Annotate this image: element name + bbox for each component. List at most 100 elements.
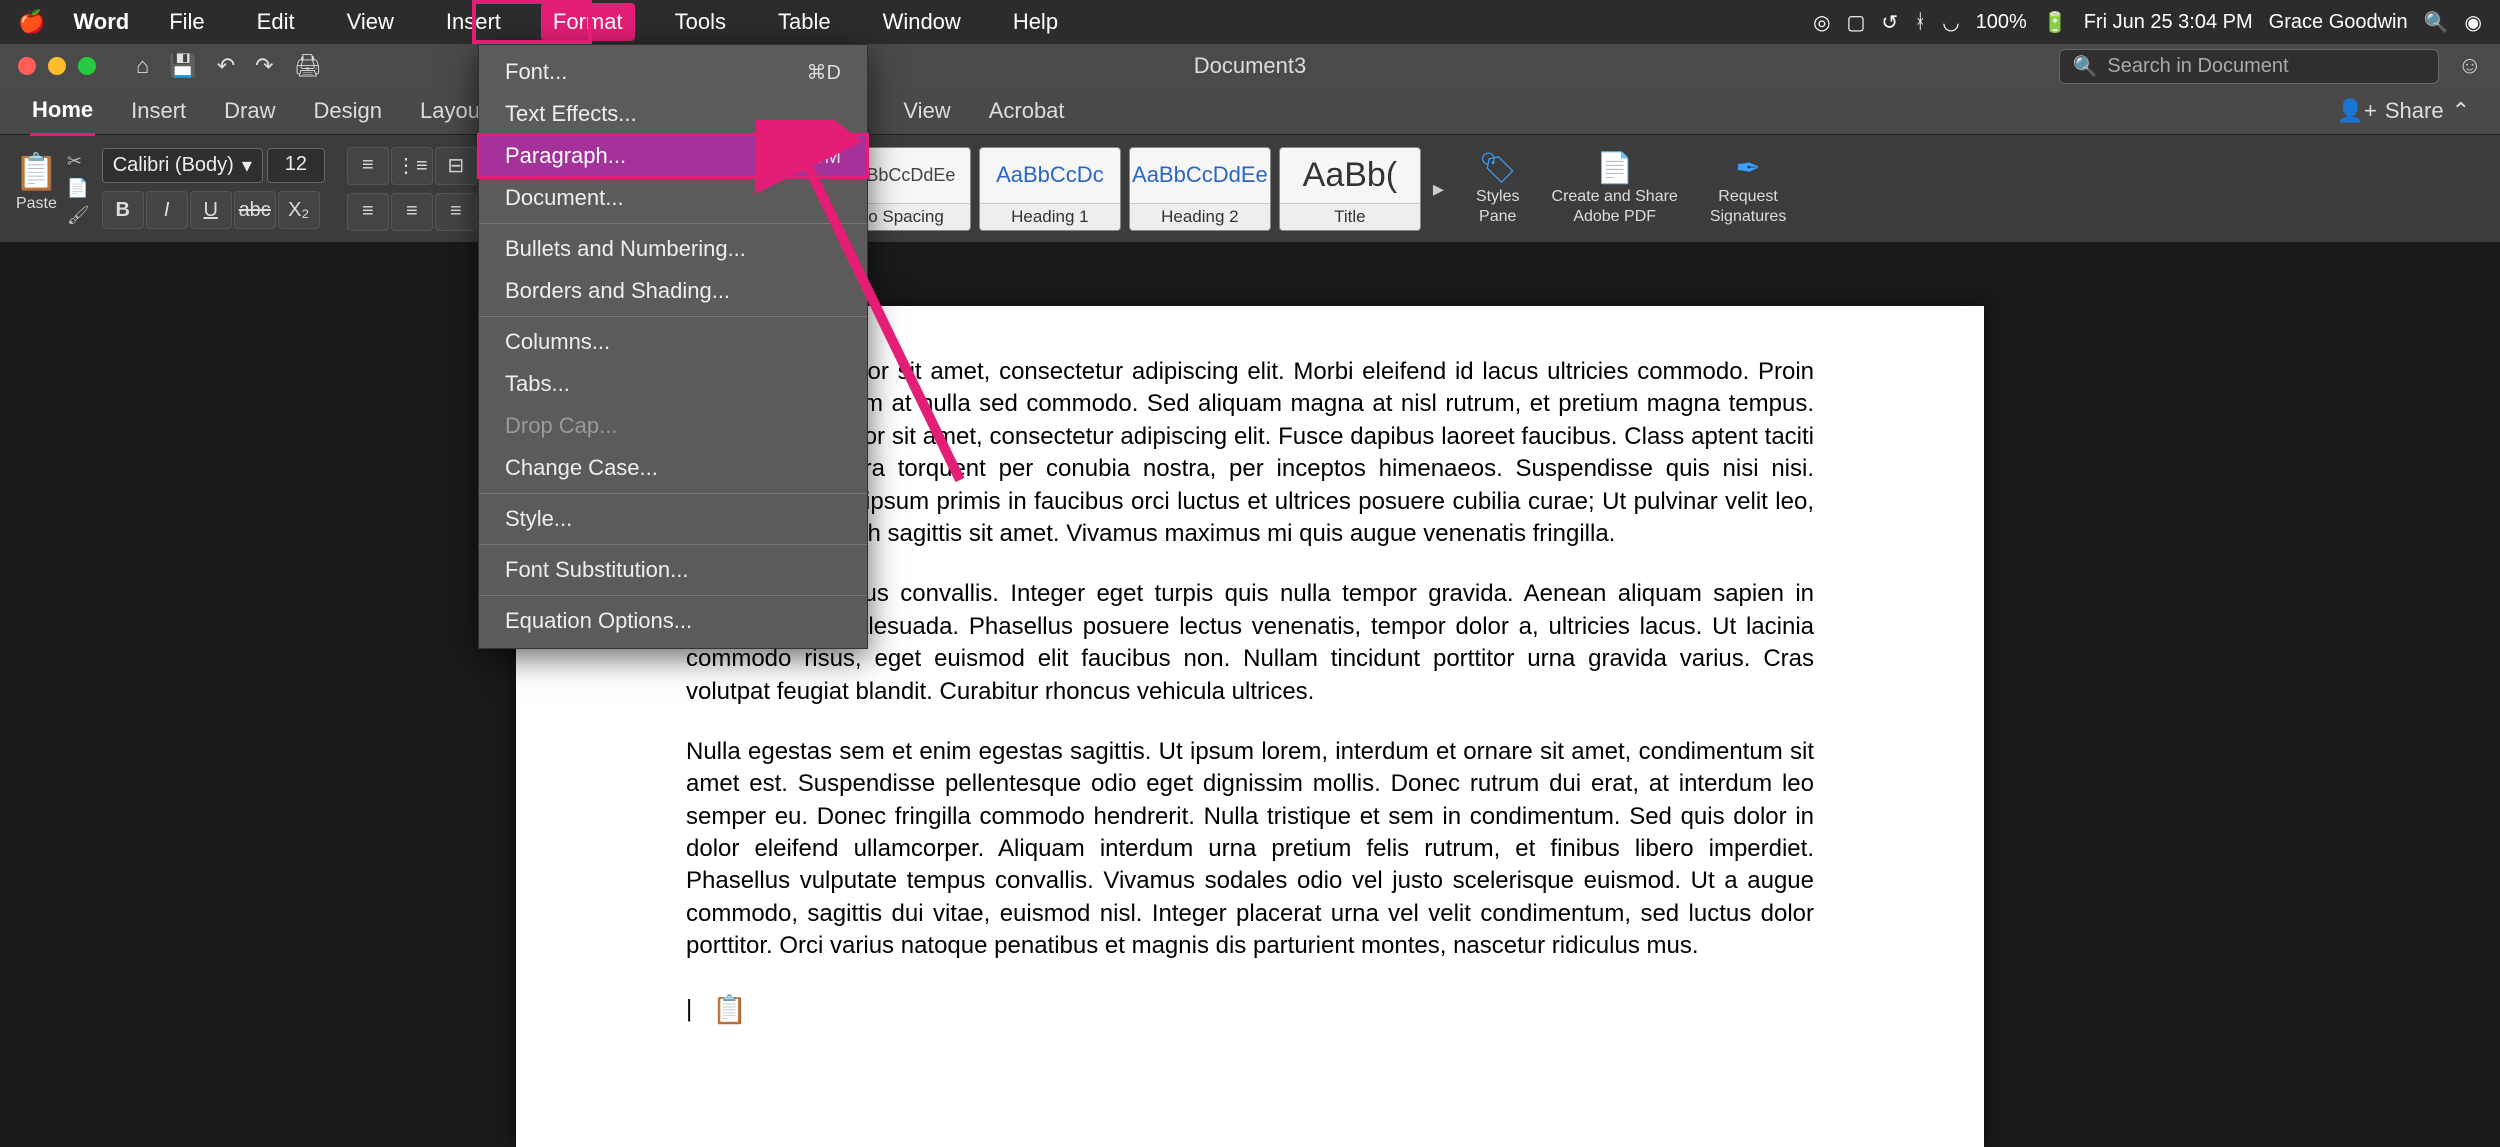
tab-view[interactable]: View bbox=[901, 88, 952, 134]
menu-item-font[interactable]: Font... ⌘D bbox=[479, 51, 867, 93]
menu-separator bbox=[479, 595, 867, 596]
numbering-button[interactable]: ⋮≡ bbox=[391, 147, 433, 185]
font-size-value: 12 bbox=[285, 153, 307, 175]
paragraph-3[interactable]: Nulla egestas sem et enim egestas sagitt… bbox=[686, 736, 1814, 963]
bold-button[interactable]: B bbox=[102, 191, 144, 229]
cursor-line[interactable]: | 📋 bbox=[686, 991, 1814, 1029]
align-left-button[interactable]: ≡ bbox=[347, 193, 389, 231]
menu-item-label: Document... bbox=[505, 185, 624, 211]
clock-icon[interactable]: ↺ bbox=[1881, 10, 1898, 35]
align-center-button[interactable]: ≡ bbox=[391, 193, 433, 231]
multilevel-list-button[interactable]: ⊟ bbox=[435, 147, 477, 185]
menu-item-document[interactable]: Document... bbox=[479, 177, 867, 219]
menu-item-text-effects[interactable]: Text Effects... bbox=[479, 93, 867, 135]
menu-item-change-case[interactable]: Change Case... bbox=[479, 447, 867, 489]
styles-pane-button[interactable]: 🏷 Styles Pane bbox=[1476, 151, 1520, 226]
paste-button[interactable]: 📋 Paste bbox=[14, 151, 59, 226]
tab-acrobat[interactable]: Acrobat bbox=[987, 88, 1067, 134]
tab-design[interactable]: Design bbox=[312, 88, 384, 134]
search-in-document[interactable]: 🔍 Search in Document bbox=[2059, 49, 2439, 84]
styles-pane-icon: 🏷 bbox=[1479, 151, 1517, 186]
menu-format[interactable]: Format bbox=[541, 3, 635, 41]
tab-home[interactable]: Home bbox=[30, 87, 95, 136]
style-preview: AaBbCcDdEe bbox=[1130, 148, 1270, 203]
bullets-button[interactable]: ≡ bbox=[347, 147, 389, 185]
feedback-icon[interactable]: ☺ bbox=[2457, 52, 2482, 80]
paste-options-icon[interactable]: 📋 bbox=[712, 991, 747, 1029]
font-name-select[interactable]: Calibri (Body) ▾ bbox=[102, 148, 263, 183]
menu-item-label: Font... bbox=[505, 59, 567, 85]
siri-icon[interactable]: ◉ bbox=[2465, 10, 2482, 35]
menu-item-shortcut: ⌘D bbox=[807, 60, 841, 85]
font-size-select[interactable]: 12 bbox=[267, 148, 325, 183]
menu-table[interactable]: Table bbox=[766, 3, 843, 41]
menu-tools[interactable]: Tools bbox=[663, 3, 738, 41]
sig-l1: Request bbox=[1718, 188, 1778, 206]
apple-icon[interactable]: 🍎 bbox=[18, 9, 45, 35]
menu-insert[interactable]: Insert bbox=[434, 3, 513, 41]
save-icon[interactable]: 💾 bbox=[169, 53, 196, 79]
menu-item-paragraph[interactable]: Paragraph...⌥⌘M bbox=[479, 135, 867, 177]
spotlight-icon[interactable]: 🔍 bbox=[2424, 10, 2449, 35]
menu-item-equation-options[interactable]: Equation Options... bbox=[479, 600, 867, 642]
cloud-icon[interactable]: ◎ bbox=[1813, 10, 1830, 35]
align-right-button[interactable]: ≡ bbox=[435, 193, 477, 231]
wifi-icon[interactable]: ◡ bbox=[1942, 10, 1959, 35]
request-signatures-button[interactable]: ✒ Request Signatures bbox=[1710, 151, 1787, 226]
styles-more-icon[interactable]: ▸ bbox=[1433, 176, 1444, 202]
create-pdf-button[interactable]: 📄 Create and Share Adobe PDF bbox=[1552, 151, 1678, 226]
menu-item-label: Tabs... bbox=[505, 371, 570, 397]
pdf-icon: 📄 bbox=[1596, 151, 1633, 186]
tab-insert[interactable]: Insert bbox=[129, 88, 188, 134]
airplay-icon[interactable]: ▢ bbox=[1847, 10, 1866, 35]
tab-draw[interactable]: Draw bbox=[222, 88, 277, 134]
menu-edit[interactable]: Edit bbox=[245, 3, 307, 41]
menu-item-columns[interactable]: Columns... bbox=[479, 321, 867, 363]
user-name[interactable]: Grace Goodwin bbox=[2269, 11, 2408, 34]
redo-icon[interactable]: ↷ bbox=[255, 53, 273, 79]
menu-window[interactable]: Window bbox=[871, 3, 973, 41]
italic-button[interactable]: I bbox=[146, 191, 188, 229]
sig-l2: Signatures bbox=[1710, 208, 1787, 226]
undo-icon[interactable]: ↶ bbox=[217, 53, 235, 79]
battery-icon[interactable]: 🔋 bbox=[2043, 10, 2068, 35]
document-area[interactable]: Lorem ipsum dolor sit amet, consectetur … bbox=[0, 242, 2500, 1147]
style-heading-2[interactable]: AaBbCcDdEeHeading 2 bbox=[1129, 147, 1271, 231]
underline-button[interactable]: U bbox=[190, 191, 232, 229]
style-label: Title bbox=[1280, 203, 1420, 230]
clipboard-icon: 📋 bbox=[14, 151, 59, 193]
menu-view[interactable]: View bbox=[335, 3, 406, 41]
menu-file[interactable]: File bbox=[157, 3, 216, 41]
menu-separator bbox=[479, 544, 867, 545]
copy-icon[interactable]: 📄 bbox=[67, 178, 90, 199]
close-window-button[interactable] bbox=[18, 57, 36, 75]
menu-item-borders-and-shading[interactable]: Borders and Shading... bbox=[479, 270, 867, 312]
format-painter-icon[interactable]: 🖌 bbox=[67, 205, 90, 226]
battery-percent: 100% bbox=[1976, 11, 2027, 34]
menu-item-label: Columns... bbox=[505, 329, 610, 355]
menu-item-label: Borders and Shading... bbox=[505, 278, 730, 304]
styles-pane-l1: Styles bbox=[1476, 188, 1520, 206]
menu-item-label: Bullets and Numbering... bbox=[505, 236, 746, 262]
menu-help[interactable]: Help bbox=[1001, 3, 1070, 41]
print-icon[interactable]: 🖨 bbox=[294, 53, 322, 79]
style-heading-1[interactable]: AaBbCcDcHeading 1 bbox=[979, 147, 1121, 231]
menu-item-font-substitution[interactable]: Font Substitution... bbox=[479, 549, 867, 591]
cut-icon[interactable]: ✂ bbox=[67, 151, 90, 172]
style-label: Heading 2 bbox=[1130, 203, 1270, 230]
menu-item-bullets-and-numbering[interactable]: Bullets and Numbering... bbox=[479, 228, 867, 270]
signature-icon: ✒ bbox=[1736, 151, 1761, 186]
menu-item-style[interactable]: Style... bbox=[479, 498, 867, 540]
maximize-window-button[interactable] bbox=[78, 57, 96, 75]
minimize-window-button[interactable] bbox=[48, 57, 66, 75]
app-name[interactable]: Word bbox=[73, 9, 129, 35]
menu-item-tabs[interactable]: Tabs... bbox=[479, 363, 867, 405]
strikethrough-button[interactable]: abc bbox=[234, 191, 276, 229]
pdf-l2: Adobe PDF bbox=[1573, 208, 1656, 226]
share-button[interactable]: 👤+ Share ⌃ bbox=[2337, 98, 2470, 124]
style-title[interactable]: AaBb(Title bbox=[1279, 147, 1421, 231]
home-icon[interactable]: ⌂ bbox=[136, 53, 149, 79]
search-icon: 🔍 bbox=[2072, 54, 2097, 79]
bluetooth-icon[interactable]: ᚼ bbox=[1914, 11, 1926, 34]
subscript-button[interactable]: X₂ bbox=[278, 191, 320, 229]
